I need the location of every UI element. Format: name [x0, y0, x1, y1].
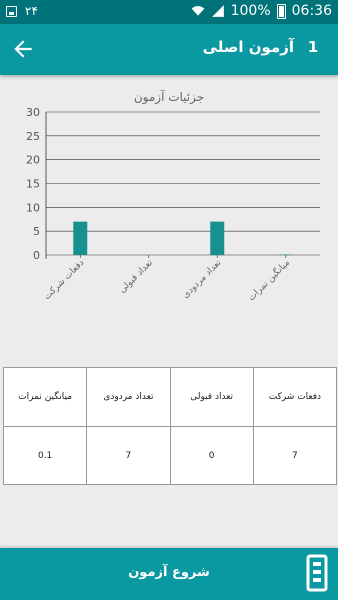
y-tick-label: 10: [26, 201, 40, 214]
wifi-icon: [191, 6, 205, 16]
table-row: 7 0 7 0.1: [4, 426, 336, 484]
start-exam-button[interactable]: شروع آزمون: [0, 548, 338, 600]
image-notification-icon: [6, 5, 17, 17]
x-tick-label: میانگین نمرات: [245, 257, 292, 304]
y-tick-label: 25: [26, 130, 40, 143]
header-failed: تعداد مردودی: [86, 368, 169, 426]
chart-svg: 0 5 10 15 20 25 30 دفعات شرکت تعداد قبولی تعداد م…: [26, 106, 320, 304]
value-failed: 7: [86, 427, 169, 484]
value-participations: 7: [252, 427, 336, 484]
exam-details-chart: جزئیات آزمون 0 5 10 15 20 25 30 دفعات شرکت تعداد…: [0, 82, 338, 350]
x-tick-label: دفعات شرکت: [42, 258, 86, 302]
x-tick-label: تعداد قبولی: [117, 258, 155, 296]
header-average: میانگین نمرات: [18, 392, 73, 402]
clock: 06:36: [291, 3, 332, 19]
x-tick-label: تعداد مردودی: [181, 258, 224, 301]
y-tick-label: 0: [33, 249, 40, 262]
start-exam-label: شروع آزمون: [128, 565, 210, 580]
page-title: آزمون اصلی: [202, 38, 294, 56]
signal-icon: [211, 5, 224, 17]
app-bar: 1 آزمون اصلی: [0, 24, 338, 75]
chart-bar: [210, 221, 225, 255]
battery-percent: 100%: [230, 3, 271, 19]
status-bar: ۲۴ 100% 06:36: [0, 0, 338, 24]
y-tick-label: 20: [26, 154, 40, 167]
header-participations: دفعات شرکت: [252, 368, 336, 426]
table-header-row: دفعات شرکت تعداد قبولی تعداد مردودی میان…: [4, 368, 336, 426]
y-tick-label: 5: [33, 225, 40, 238]
app-logo-icon: [306, 554, 328, 592]
value-passed: 0: [169, 427, 253, 484]
exam-number: 1: [307, 38, 319, 56]
header-passed: تعداد قبولی: [169, 368, 253, 426]
y-tick-label: 30: [26, 106, 40, 119]
y-tick-label: 15: [26, 178, 40, 191]
battery-icon: [276, 3, 286, 19]
chart-bar: [73, 221, 88, 255]
value-average: 0.1: [37, 450, 53, 461]
results-table: دفعات شرکت تعداد قبولی تعداد مردودی میان…: [3, 367, 337, 485]
arrow-back-icon[interactable]: [10, 36, 36, 62]
notification-count: ۲۴: [25, 4, 38, 18]
